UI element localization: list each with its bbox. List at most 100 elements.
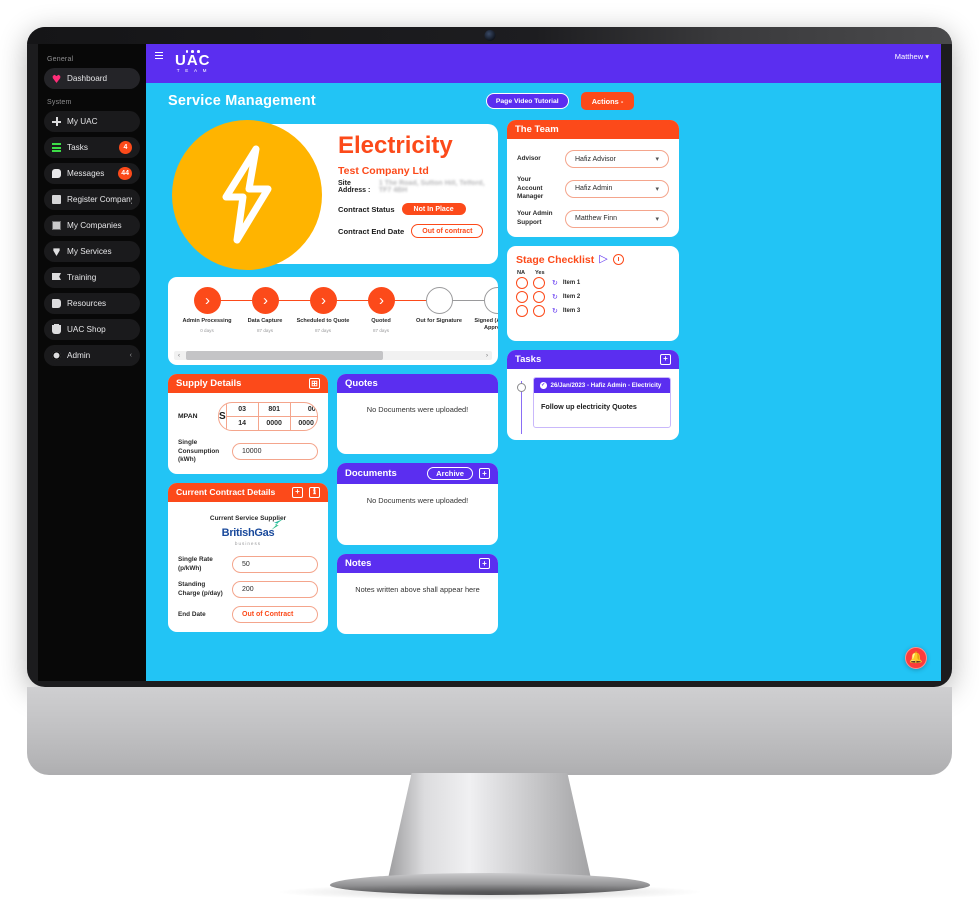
hamburger-icon[interactable]	[155, 52, 163, 59]
checklist-yes-radio[interactable]	[533, 276, 545, 289]
checklist-na-radio[interactable]	[516, 276, 528, 289]
step-scheduled-to-quote[interactable]: › Scheduled to Quote 87 days	[294, 287, 381, 333]
card-title: Quotes	[345, 378, 378, 389]
checklist-col-na: NA	[517, 269, 526, 276]
account-manager-value: Hafiz Admin	[575, 185, 613, 193]
sidebar-item-dashboard[interactable]: Dashboard	[44, 68, 140, 89]
admin-support-select[interactable]: Matthew Finn ▾	[565, 209, 669, 228]
scrollbar-thumb[interactable]	[186, 351, 384, 360]
mpan-cell[interactable]: 0000	[259, 417, 291, 430]
tasks-header: Tasks +	[507, 349, 679, 369]
mpan-cell[interactable]: 03	[227, 403, 259, 416]
step-label: Data Capture	[247, 318, 283, 324]
checklist-item-label: Item 1	[562, 279, 581, 286]
stepper-scrollbar[interactable]: ‹ ›	[174, 351, 492, 360]
refresh-icon[interactable]: ↻	[552, 293, 558, 301]
standing-charge-label: Standing Charge (p/day)	[178, 581, 223, 597]
scroll-left-icon[interactable]: ‹	[174, 353, 184, 359]
send-icon[interactable]: ▷	[599, 254, 607, 265]
step-signed-awaiting-approval[interactable]: Signed (Awaiting Approval)	[468, 287, 498, 335]
mpan-cell[interactable]: 801	[259, 403, 291, 416]
sidebar-item-uac-shop[interactable]: UAC Shop	[44, 319, 140, 340]
single-rate-input[interactable]: 50	[232, 556, 318, 574]
advisor-label: Advisor	[517, 154, 541, 162]
sidebar-item-label: Training	[67, 273, 97, 282]
contract-end-row: Contract End Date Out of contract	[338, 224, 486, 238]
sidebar-item-training[interactable]: Training	[44, 267, 140, 288]
refresh-icon[interactable]: ↻	[552, 279, 558, 287]
mpan-label: MPAN	[178, 413, 198, 420]
mpan-grid[interactable]: S 03 801 000	[218, 402, 318, 431]
page-header-actions: Page Video Tutorial Actions -	[485, 92, 635, 110]
monitor-bezel: General Dashboard System My UAC Tasks 4	[27, 27, 952, 687]
clock-icon[interactable]	[612, 254, 624, 266]
plus-icon[interactable]: +	[660, 353, 671, 365]
webcam-icon	[484, 30, 495, 41]
sidebar-item-tasks[interactable]: Tasks 4	[44, 137, 140, 158]
notification-bubble-button[interactable]: 🔔	[905, 647, 927, 669]
sidebar-item-admin[interactable]: Admin ‹	[44, 345, 140, 366]
account-manager-select[interactable]: Hafiz Admin ▾	[565, 179, 669, 198]
task-item[interactable]: ✓ 26/Jan/2023 - Hafiz Admin - Electricit…	[533, 376, 671, 428]
flag-icon	[52, 273, 61, 282]
user-menu[interactable]: Matthew ▾	[895, 52, 929, 61]
mpan-bottom-row: 14 0000 0000 000	[227, 417, 317, 430]
mpan-cell[interactable]: 000	[291, 403, 317, 416]
info-icon[interactable]: ℹ	[309, 486, 320, 498]
sidebar-item-my-uac[interactable]: My UAC	[44, 111, 140, 132]
refresh-icon[interactable]: ↻	[552, 307, 558, 315]
scroll-right-icon[interactable]: ›	[482, 353, 492, 359]
sidebar-item-label: Tasks	[67, 143, 88, 152]
stage-checklist-card: Stage Checklist ▷ NA Yes ↻ Item 1 ↻ Item…	[507, 245, 679, 341]
step-admin-processing[interactable]: › Admin Processing 0 days	[178, 287, 265, 333]
checklist-na-radio[interactable]	[516, 304, 528, 317]
screen: General Dashboard System My UAC Tasks 4	[38, 44, 941, 681]
mpan-cell[interactable]: 0000	[291, 417, 317, 430]
page-header: Service Management Page Video Tutorial A…	[168, 92, 913, 110]
step-quoted[interactable]: › Quoted 87 days	[352, 287, 439, 333]
chevron-right-icon: ›	[321, 292, 326, 309]
mpan-cell[interactable]: 14	[227, 417, 259, 430]
step-label: Admin Processing	[182, 318, 232, 324]
sidebar-item-label: My Services	[67, 247, 112, 256]
checklist-col-yes: Yes	[535, 269, 545, 276]
monitor-scene: General Dashboard System My UAC Tasks 4	[0, 0, 979, 901]
sidebar-item-label: Resources	[67, 299, 107, 308]
application-window: General Dashboard System My UAC Tasks 4	[38, 44, 941, 681]
step-marker: ›	[251, 287, 279, 314]
checklist-na-radio[interactable]	[516, 290, 528, 303]
page-video-tutorial-button[interactable]: Page Video Tutorial	[485, 93, 569, 109]
sidebar-item-messages[interactable]: Messages 44	[44, 163, 140, 184]
chevron-down-icon: ▾	[655, 156, 659, 163]
service-hero-card: Electricity Test Company Ltd Site Addres…	[168, 120, 498, 270]
building-icon	[52, 221, 61, 230]
step-marker: ›	[193, 287, 221, 314]
step-data-capture[interactable]: › Data Capture 87 days	[236, 287, 323, 333]
checklist-yes-radio[interactable]	[533, 304, 545, 317]
content-grid: Electricity Test Company Ltd Site Addres…	[168, 120, 913, 634]
list-icon	[52, 143, 61, 152]
end-date-input[interactable]: Out of Contract	[232, 606, 318, 624]
sidebar-item-my-companies[interactable]: My Companies	[44, 215, 140, 236]
brand-logo[interactable]: UAC T E A M	[175, 50, 211, 73]
sidebar-item-register-company[interactable]: Register Company	[44, 189, 140, 210]
actions-button[interactable]: Actions -	[580, 92, 635, 110]
step-out-for-signature[interactable]: Out for Signature	[410, 287, 497, 328]
archive-button[interactable]: Archive	[427, 467, 473, 480]
sidebar-item-label: Dashboard	[67, 74, 108, 83]
advisor-select[interactable]: Hafiz Advisor ▾	[565, 150, 669, 168]
admin-support-row: Your Admin Support Matthew Finn ▾	[517, 209, 669, 228]
checklist-yes-radio[interactable]	[533, 290, 545, 303]
plus-icon[interactable]: +	[479, 558, 490, 569]
step-marker	[425, 287, 453, 314]
copy-icon[interactable]: ⊞	[309, 378, 320, 389]
step-marker: ›	[309, 287, 337, 314]
sidebar-item-resources[interactable]: Resources	[44, 293, 140, 314]
plus-icon[interactable]: +	[292, 486, 303, 498]
standing-charge-input[interactable]: 200	[232, 581, 318, 599]
single-consumption-input[interactable]: 10000	[232, 443, 318, 461]
checklist-row: ↻ Item 3	[516, 304, 670, 317]
plus-icon[interactable]: +	[479, 468, 490, 479]
sidebar-item-my-services[interactable]: My Services	[44, 241, 140, 262]
stage-checklist-header: Stage Checklist ▷	[507, 246, 679, 268]
